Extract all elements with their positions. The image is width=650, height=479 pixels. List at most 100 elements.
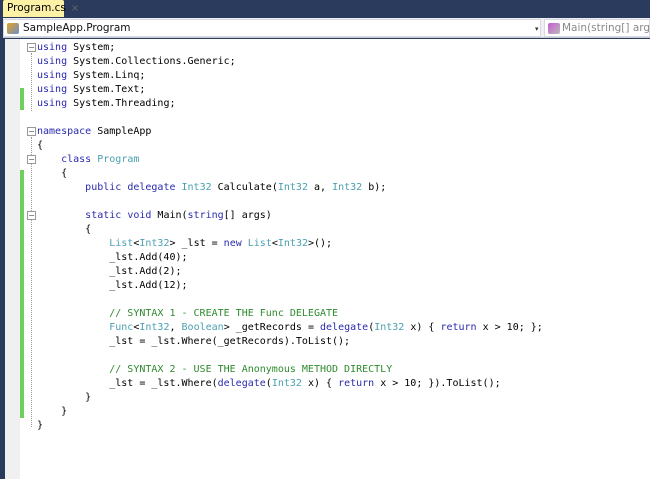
code-line[interactable]: using System.Threading; xyxy=(37,97,543,111)
type-token: Func xyxy=(109,322,134,333)
code-editor[interactable]: − − − − using System; using System.Collec… xyxy=(5,39,650,479)
code-line[interactable]: _lst.Add(40); xyxy=(37,251,543,265)
keyword-token: delegate xyxy=(217,378,266,389)
chevron-down-icon[interactable]: ▾ xyxy=(535,25,539,33)
code-line[interactable]: public delegate Int32 Calculate(Int32 a,… xyxy=(37,181,543,195)
code-line[interactable]: // SYNTAX 1 - CREATE THE Func DELEGATE xyxy=(37,307,543,321)
comment-token: // SYNTAX 2 - USE THE Anonymous METHOD D… xyxy=(109,364,393,375)
keyword-token: using xyxy=(37,70,68,81)
comment-token: // SYNTAX 1 - CREATE THE Func DELEGATE xyxy=(109,308,339,319)
collapse-icon[interactable]: − xyxy=(27,127,36,136)
code-line[interactable]: _lst.Add(12); xyxy=(37,279,543,293)
code-token: Calculate( xyxy=(211,182,278,193)
code-line[interactable]: } xyxy=(37,419,543,433)
type-token: Boolean xyxy=(181,322,224,333)
collapse-icon[interactable]: − xyxy=(27,155,36,164)
code-token: > _getRecords = xyxy=(223,322,321,333)
keyword-token: class xyxy=(61,154,92,165)
change-bar xyxy=(20,170,24,418)
code-line[interactable] xyxy=(37,111,543,125)
code-line[interactable]: namespace SampleApp xyxy=(37,125,543,139)
code-line[interactable]: { xyxy=(37,139,543,153)
code-line[interactable]: // SYNTAX 2 - USE THE Anonymous METHOD D… xyxy=(37,363,543,377)
code-token: >(); xyxy=(308,238,333,249)
code-token: { xyxy=(37,224,92,235)
code-token: x) { xyxy=(301,378,339,389)
code-token: System.Threading; xyxy=(67,98,176,109)
class-selector-value: SampleApp.Program xyxy=(23,22,131,34)
type-token: List xyxy=(109,238,134,249)
code-token: } xyxy=(37,420,44,431)
code-line[interactable] xyxy=(37,195,543,209)
code-line[interactable]: class Program xyxy=(37,153,543,167)
type-token: Int32 xyxy=(181,182,212,193)
keyword-token: using xyxy=(37,42,68,53)
code-text[interactable]: using System; using System.Collections.Ge… xyxy=(37,41,543,433)
keyword-token: using xyxy=(37,84,68,95)
change-bar xyxy=(20,88,24,110)
type-token: Int32 xyxy=(139,238,170,249)
tab-label: Program.cs xyxy=(7,2,66,14)
code-line[interactable]: using System.Text; xyxy=(37,83,543,97)
type-token: Program xyxy=(97,154,140,165)
code-token: _lst.Add(12); xyxy=(37,280,188,291)
keyword-token: return xyxy=(440,322,477,333)
code-line[interactable]: { xyxy=(37,167,543,181)
code-token: System.Linq; xyxy=(67,70,146,81)
type-token: Int32 xyxy=(374,322,405,333)
code-token: { xyxy=(37,140,44,151)
code-token: } xyxy=(37,392,92,403)
type-token: Int32 xyxy=(332,182,363,193)
code-token: , xyxy=(169,322,182,333)
type-token: Int32 xyxy=(277,182,308,193)
member-selector-value: Main(string[] args) xyxy=(562,22,650,34)
code-token: System; xyxy=(67,42,116,53)
class-selector[interactable]: SampleApp.Program ▾ xyxy=(3,19,541,37)
code-line[interactable] xyxy=(37,349,543,363)
code-line[interactable]: using System; xyxy=(37,41,543,55)
code-line[interactable]: _lst = _lst.Where(_getRecords).ToList(); xyxy=(37,335,543,349)
code-line[interactable]: { xyxy=(37,223,543,237)
tab-program-cs[interactable]: Program.cs × xyxy=(3,0,79,17)
code-token: _lst = _lst.Where( xyxy=(37,378,218,389)
code-line[interactable]: } xyxy=(37,391,543,405)
collapse-icon[interactable]: − xyxy=(27,211,36,220)
code-line[interactable]: using System.Linq; xyxy=(37,69,543,83)
code-line[interactable]: List<Int32> _lst = new List<Int32>(); xyxy=(37,237,543,251)
keyword-token: public delegate xyxy=(85,182,176,193)
code-line[interactable] xyxy=(37,293,543,307)
code-line[interactable]: using System.Collections.Generic; xyxy=(37,55,543,69)
type-token: Int32 xyxy=(277,238,308,249)
navigation-bar: SampleApp.Program ▾ Main(string[] args) xyxy=(3,18,650,38)
type-token: Int32 xyxy=(139,322,170,333)
outline-guide xyxy=(31,53,32,111)
method-icon xyxy=(548,23,560,34)
code-token: SampleApp xyxy=(91,126,152,137)
member-selector[interactable]: Main(string[] args) xyxy=(544,19,650,37)
code-line[interactable]: _lst = _lst.Where(delegate(Int32 x) { re… xyxy=(37,377,543,391)
outline-guide xyxy=(31,137,32,427)
keyword-token: static void xyxy=(85,210,152,221)
code-line[interactable]: _lst.Add(2); xyxy=(37,265,543,279)
code-token: b); xyxy=(362,182,387,193)
code-token: Main( xyxy=(151,210,188,221)
code-token: > _lst = xyxy=(169,238,224,249)
code-line[interactable]: Func<Int32, Boolean> _getRecords = deleg… xyxy=(37,321,543,335)
code-line[interactable]: } xyxy=(37,405,543,419)
code-token: _lst.Add(2); xyxy=(37,266,182,277)
collapse-icon[interactable]: − xyxy=(27,43,36,52)
keyword-token: string xyxy=(187,210,224,221)
code-token: System.Collections.Generic; xyxy=(67,56,236,67)
code-token: System.Text; xyxy=(67,84,146,95)
code-token: _lst.Add(40); xyxy=(37,252,188,263)
gutter xyxy=(5,39,20,479)
close-icon[interactable]: × xyxy=(71,3,79,14)
code-token: { xyxy=(37,168,68,179)
code-line[interactable]: static void Main(string[] args) xyxy=(37,209,543,223)
